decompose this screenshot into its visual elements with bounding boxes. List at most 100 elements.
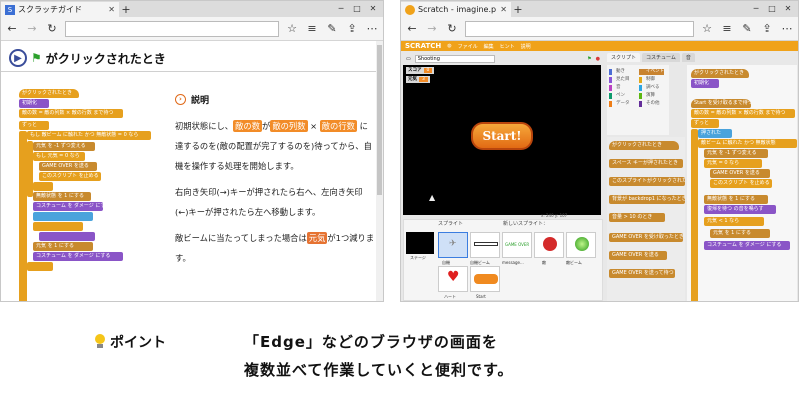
- back-icon[interactable]: ←: [405, 22, 419, 36]
- sprite-thumb-enemy-beam[interactable]: [566, 232, 596, 258]
- palette-block[interactable]: GAME OVER を送る: [609, 251, 667, 260]
- script-block[interactable]: 元気 を 1 にする: [710, 229, 770, 238]
- script-block[interactable]: 初期化: [691, 79, 719, 88]
- beam-icon: [474, 242, 498, 246]
- scratch-favicon-icon: S: [5, 4, 15, 15]
- forward-icon[interactable]: →: [425, 22, 439, 36]
- palette-block[interactable]: GAME OVER を送って待つ: [609, 269, 675, 278]
- stop-sign-icon[interactable]: ●: [596, 56, 600, 62]
- script-block[interactable]: 敵ビーム に触れた かつ 無敵状態: [698, 139, 797, 148]
- refresh-icon[interactable]: ↻: [45, 22, 59, 36]
- palette-block[interactable]: このスプライトがクリックされたとき: [609, 177, 685, 186]
- maximize-icon[interactable]: □: [764, 1, 780, 16]
- palette-block[interactable]: 背景が backdrop1 になったとき: [609, 195, 685, 204]
- minimize-icon[interactable]: ─: [748, 1, 764, 16]
- category-control[interactable]: 制御: [639, 77, 655, 83]
- address-bar[interactable]: [465, 20, 694, 37]
- script-block: GAME OVER を送る: [39, 162, 97, 171]
- tab-scratch[interactable]: Scratch - imagine.progr ✕: [401, 2, 511, 17]
- stage-canvas[interactable]: スコア 0 元気 3 Start! ▲: [403, 65, 601, 215]
- category-looks[interactable]: 見た目: [609, 77, 630, 83]
- sprite-thumb-beam[interactable]: [470, 232, 500, 258]
- player-ship-icon: ▲: [429, 193, 436, 202]
- green-flag-icon[interactable]: ⚑: [587, 56, 591, 62]
- category-events[interactable]: イベント: [639, 69, 664, 75]
- start-sprite[interactable]: Start!: [471, 122, 533, 150]
- minimize-icon[interactable]: ─: [333, 1, 349, 16]
- note-icon[interactable]: ✎: [740, 22, 754, 36]
- close-window-icon[interactable]: ✕: [780, 1, 796, 16]
- hub-icon[interactable]: ≡: [305, 22, 319, 36]
- variable-badge: 敵の列数: [270, 120, 308, 132]
- hub-icon[interactable]: ≡: [720, 22, 734, 36]
- scratch-logo[interactable]: SCRATCH: [405, 42, 441, 50]
- category-more[interactable]: その他: [639, 101, 660, 107]
- script-block[interactable]: 押された: [698, 129, 732, 138]
- new-tab-icon[interactable]: +: [511, 3, 525, 17]
- script-block[interactable]: 無敵状態 を 1 にする: [704, 195, 768, 204]
- variable-badge: 敵の行数: [319, 120, 357, 132]
- close-tab-icon[interactable]: ✕: [108, 5, 115, 14]
- menu-file[interactable]: ファイル: [458, 43, 478, 50]
- address-bar[interactable]: [65, 20, 279, 37]
- share-icon[interactable]: ⇪: [345, 22, 359, 36]
- note-icon[interactable]: ✎: [325, 22, 339, 36]
- palette-block[interactable]: がクリックされたとき: [609, 141, 679, 150]
- tab-title: スクラッチガイド: [18, 5, 82, 14]
- close-tab-icon[interactable]: ✕: [500, 5, 507, 14]
- scripts-area[interactable]: がクリックされたとき 初期化 Start を受け取るまで待つ 敵の数 = 敵の列…: [687, 65, 797, 301]
- menu-edit[interactable]: 編集: [484, 43, 494, 50]
- palette-block[interactable]: GAME OVER を受け取ったとき: [609, 233, 683, 242]
- script-block[interactable]: コスチューム を ダメージ にする: [704, 241, 790, 250]
- scrollbar[interactable]: [376, 41, 383, 301]
- forward-icon[interactable]: →: [25, 22, 39, 36]
- sprite-thumb-player[interactable]: ✈: [438, 232, 468, 258]
- sprite-thumb-enemy[interactable]: [534, 232, 564, 258]
- share-icon[interactable]: ⇪: [760, 22, 774, 36]
- script-block[interactable]: 元気 を -1 ずつ変える: [704, 149, 768, 158]
- palette-block[interactable]: スペース キーが押されたとき: [609, 159, 683, 168]
- category-sound[interactable]: 音: [609, 85, 621, 91]
- category-sensing[interactable]: 調べる: [639, 85, 660, 91]
- script-block[interactable]: ずっと: [691, 119, 719, 128]
- category-motion[interactable]: 動き: [609, 69, 625, 75]
- script-block[interactable]: 復帰を待つ の音を鳴らす: [704, 205, 776, 214]
- tab-costumes[interactable]: コスチューム: [642, 53, 680, 62]
- sprite-thumb-start[interactable]: [470, 266, 500, 292]
- sprite-thumb-heart[interactable]: ♥: [438, 266, 468, 292]
- tab-scripts[interactable]: スクリプト: [607, 53, 641, 62]
- back-icon[interactable]: ←: [5, 22, 19, 36]
- tab-sounds[interactable]: 音: [681, 53, 695, 62]
- tab-scratch-guide[interactable]: S スクラッチガイド ✕: [1, 2, 119, 17]
- script-block[interactable]: 元気 = 0 なら: [704, 159, 762, 168]
- favorite-star-icon[interactable]: ☆: [285, 22, 299, 36]
- script-block[interactable]: Start を受け取るまで待つ: [691, 99, 751, 108]
- category-pen[interactable]: ペン: [609, 93, 625, 99]
- more-icon[interactable]: ⋯: [365, 22, 379, 36]
- category-data[interactable]: データ: [609, 101, 630, 107]
- stage-mode-icon[interactable]: ▭: [406, 56, 411, 62]
- project-title-input[interactable]: Shooting: [414, 54, 495, 63]
- close-window-icon[interactable]: ✕: [365, 1, 381, 16]
- sprite-thumb-message[interactable]: GAME OVER: [502, 232, 532, 258]
- menu-tips[interactable]: ヒント: [500, 43, 515, 50]
- script-block[interactable]: GAME OVER を送る: [710, 169, 770, 178]
- maximize-icon[interactable]: □: [349, 1, 365, 16]
- window-controls: ─ □ ✕: [333, 1, 381, 16]
- heart-icon: ♥: [447, 269, 460, 285]
- refresh-icon[interactable]: ↻: [445, 22, 459, 36]
- new-tab-icon[interactable]: +: [119, 3, 133, 17]
- menu-about[interactable]: 説明: [521, 43, 531, 50]
- script-block[interactable]: がクリックされたとき: [691, 69, 749, 78]
- globe-icon[interactable]: ◍: [447, 43, 451, 49]
- script-block-ghost: [39, 232, 95, 241]
- stage-thumbnail[interactable]: [406, 232, 434, 254]
- category-operators[interactable]: 演算: [639, 93, 655, 99]
- script-block[interactable]: 元気 < 1 なら: [704, 217, 764, 226]
- script-block[interactable]: このスクリプト を止める: [710, 179, 772, 188]
- more-icon[interactable]: ⋯: [780, 22, 794, 36]
- favorite-star-icon[interactable]: ☆: [700, 22, 714, 36]
- palette-block[interactable]: 音量 > 10 のとき: [609, 213, 665, 222]
- script-block[interactable]: 敵の数 = 敵の列数 × 敵の行数 まで待つ: [691, 109, 795, 118]
- tip-heading: ポイント: [94, 332, 166, 352]
